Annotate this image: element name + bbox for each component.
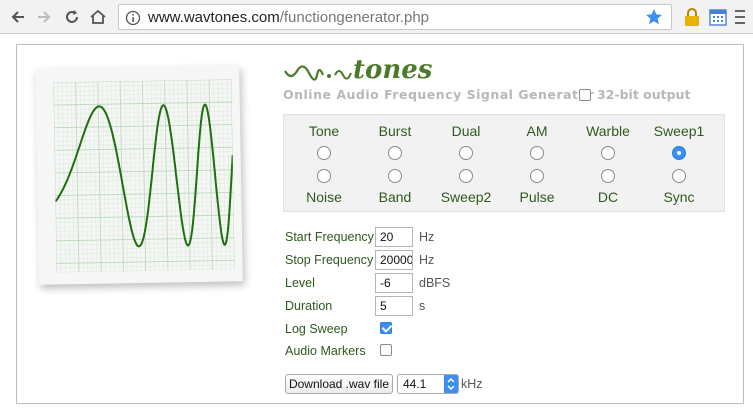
info-icon[interactable] <box>125 10 141 26</box>
reload-icon <box>66 10 78 23</box>
stop-frequency-row: Stop Frequency 20000 Hz <box>285 250 485 270</box>
level-row: Level -6 dBFS <box>285 273 485 293</box>
site-subtitle: Online Audio Frequency Signal Generator <box>283 87 595 102</box>
bit-output-checkbox[interactable] <box>579 88 591 101</box>
logo-wave-icon <box>284 65 352 81</box>
level-label: Level <box>285 276 315 290</box>
forward-arrow-icon <box>38 11 51 23</box>
waveform-label-warble: Warble <box>586 123 630 139</box>
stop-frequency-label: Stop Frequency <box>285 253 374 267</box>
waveform-column: Sweep1 Sync <box>644 115 714 213</box>
waveform-column: Dual Sweep2 <box>431 115 501 213</box>
sample-rate-unit: kHz <box>461 377 483 391</box>
stop-frequency-input[interactable]: 20000 <box>375 250 413 270</box>
waveform-column: Warble DC <box>573 115 643 213</box>
radio-sweep1[interactable] <box>672 146 686 160</box>
radio-sync[interactable] <box>672 169 686 183</box>
radio-noise[interactable] <box>317 169 331 183</box>
radio-am[interactable] <box>530 146 544 160</box>
radio-dual[interactable] <box>459 146 473 160</box>
home-button[interactable] <box>86 5 110 29</box>
generator-panel: tones Online Audio Frequency Signal Gene… <box>16 44 744 404</box>
url-text: www.wavtones.com/functiongenerator.php <box>148 9 429 26</box>
url-path: /functiongenerator.php <box>279 9 430 26</box>
waveform-label-burst: Burst <box>378 123 412 139</box>
home-icon <box>90 9 106 24</box>
forward-button[interactable] <box>32 5 56 29</box>
logo-text: tones <box>353 55 433 85</box>
log-sweep-label: Log Sweep <box>285 322 348 336</box>
browser-toolbar: www.wavtones.com/functiongenerator.php <box>0 0 753 34</box>
waveform-label-pulse: Pulse <box>519 189 555 205</box>
bit-output-option[interactable]: 32-bit output <box>579 87 690 102</box>
waveform-label-tone: Tone <box>308 123 340 139</box>
radio-pulse[interactable] <box>530 169 544 183</box>
waveform-label-am: AM <box>526 123 548 139</box>
bookmark-star-icon[interactable] <box>645 8 663 26</box>
waveform-graph <box>53 79 235 273</box>
start-frequency-unit: Hz <box>419 230 435 244</box>
waveform-label-dc: DC <box>597 189 619 205</box>
radio-dc[interactable] <box>601 169 615 183</box>
back-arrow-icon <box>11 11 24 23</box>
duration-unit: s <box>419 299 426 313</box>
waveform-column: Tone Noise <box>289 115 359 213</box>
calendar-extension-icon[interactable] <box>708 7 728 27</box>
lock-extension-icon[interactable] <box>682 7 702 27</box>
select-arrows-icon <box>444 375 458 393</box>
log-sweep-checkbox[interactable] <box>380 322 392 334</box>
download-wav-button[interactable]: Download .wav file <box>285 374 393 394</box>
reload-button[interactable] <box>60 5 84 29</box>
bit-output-label: 32-bit output <box>597 87 691 102</box>
waveform-label-sweep2: Sweep2 <box>440 189 492 205</box>
radio-warble[interactable] <box>601 146 615 160</box>
log-sweep-row: Log Sweep <box>285 319 485 339</box>
sample-rate-value: 44.1 <box>403 377 427 391</box>
duration-label: Duration <box>285 299 333 313</box>
radio-tone[interactable] <box>317 146 331 160</box>
level-unit: dBFS <box>419 276 451 290</box>
waveform-column: AM Pulse <box>502 115 572 213</box>
duration-input[interactable]: 5 <box>375 296 413 316</box>
stop-frequency-unit: Hz <box>419 253 435 267</box>
start-frequency-label: Start Frequency <box>285 230 374 244</box>
radio-burst[interactable] <box>388 146 402 160</box>
audio-markers-label: Audio Markers <box>285 344 366 358</box>
waveform-label-sync: Sync <box>663 189 695 205</box>
start-frequency-row: Start Frequency 20 Hz <box>285 227 485 247</box>
sample-rate-select[interactable]: 44.1 <box>397 374 459 394</box>
waveform-preview <box>35 65 243 285</box>
menu-icon[interactable] <box>733 7 747 27</box>
waveform-label-sweep1: Sweep1 <box>653 123 705 139</box>
waveform-column: Burst Band <box>360 115 430 213</box>
back-button[interactable] <box>6 5 30 29</box>
waveform-label-noise: Noise <box>306 189 342 205</box>
duration-row: Duration 5 s <box>285 296 485 316</box>
address-bar[interactable]: www.wavtones.com/functiongenerator.php <box>118 4 672 30</box>
waveform-selector: Tone Noise Burst Band Dual Sweep2 AM Pul… <box>283 114 725 212</box>
waveform-label-dual: Dual <box>451 123 481 139</box>
audio-markers-row: Audio Markers <box>285 341 485 361</box>
level-input[interactable]: -6 <box>375 273 413 293</box>
waveform-label-band: Band <box>378 189 412 205</box>
audio-markers-checkbox[interactable] <box>380 344 392 356</box>
url-host: www.wavtones.com <box>148 9 280 26</box>
start-frequency-input[interactable]: 20 <box>375 227 413 247</box>
radio-band[interactable] <box>388 169 402 183</box>
radio-sweep2[interactable] <box>459 169 473 183</box>
